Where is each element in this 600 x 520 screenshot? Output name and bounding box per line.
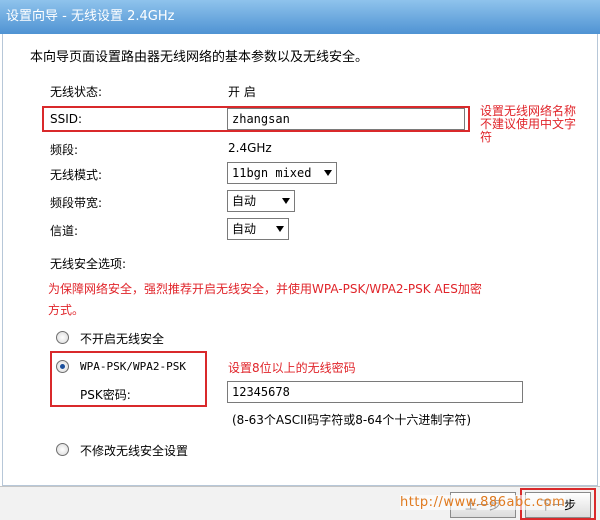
password-annotation: 设置8位以上的无线密码: [228, 361, 356, 375]
security-section-label: 无线安全选项:: [50, 257, 127, 271]
psk-hint: (8-63个ASCII码字符或8-64个十六进制字符): [232, 413, 472, 427]
psk-password-input[interactable]: 12345678: [227, 381, 523, 403]
bandwidth-select-value: 自动: [232, 194, 257, 208]
security-warning-line2: 方式。: [48, 303, 85, 317]
chevron-down-icon: [282, 198, 290, 204]
window-title: 设置向导 - 无线设置 2.4GHz: [0, 0, 600, 34]
radio-no-security[interactable]: [56, 331, 69, 344]
radio-wpa-psk[interactable]: [56, 360, 69, 373]
ssid-note-line2: 不建议使用中文字: [480, 117, 577, 131]
channel-label: 信道:: [50, 224, 79, 238]
radio-no-change[interactable]: [56, 443, 69, 456]
radio-no-security-label: 不开启无线安全: [80, 332, 165, 346]
mode-label: 无线模式:: [50, 168, 103, 182]
channel-select-value: 自动: [232, 222, 257, 236]
psk-password-label: PSK密码:: [80, 388, 131, 402]
chevron-down-icon: [276, 226, 284, 232]
mode-select-value: 11bgn mixed: [232, 166, 312, 180]
ssid-annotation: 设置无线网络名称 不建议使用中文字 符: [480, 105, 576, 144]
chevron-down-icon: [324, 170, 332, 176]
radio-no-change-label: 不修改无线安全设置: [80, 444, 189, 458]
band-value: 2.4GHz: [228, 141, 272, 155]
mode-select[interactable]: 11bgn mixed: [227, 162, 337, 184]
radio-wpa-psk-label: WPA-PSK/WPA2-PSK: [80, 360, 186, 373]
bandwidth-select[interactable]: 自动: [227, 190, 295, 212]
security-warning-line1: 为保障网络安全，强烈推荐开启无线安全，并使用WPA-PSK/WPA2-PSK A…: [48, 282, 482, 296]
ssid-note-line3: 符: [480, 130, 493, 144]
bandwidth-label: 频段带宽:: [50, 196, 103, 210]
wireless-status-value: 开 启: [228, 85, 256, 99]
intro-text: 本向导页面设置路由器无线网络的基本参数以及无线安全。: [30, 50, 369, 65]
ssid-label: SSID:: [50, 112, 83, 126]
channel-select[interactable]: 自动: [227, 218, 289, 240]
site-watermark: http://www.886abc.com: [400, 495, 566, 510]
band-label: 频段:: [50, 143, 79, 157]
wireless-status-label: 无线状态:: [50, 85, 103, 99]
ssid-input[interactable]: zhangsan: [227, 108, 465, 130]
